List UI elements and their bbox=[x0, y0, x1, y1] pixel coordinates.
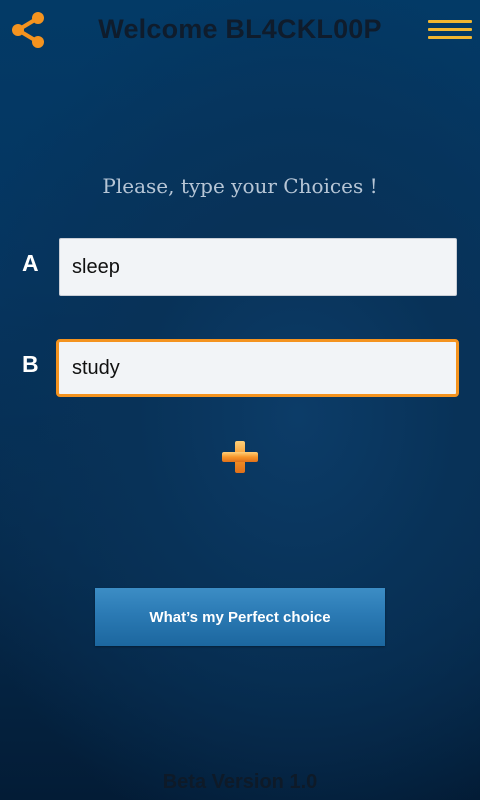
choice-b-label: B bbox=[22, 351, 39, 377]
choice-a-label: A bbox=[22, 250, 39, 276]
add-choice-button[interactable] bbox=[220, 439, 260, 475]
menu-button[interactable] bbox=[426, 16, 474, 44]
choice-a-input[interactable] bbox=[59, 238, 457, 296]
plus-icon bbox=[222, 441, 258, 473]
version-label: Beta Version 1.0 bbox=[162, 771, 318, 793]
page-title: Welcome BL4CKL00P bbox=[98, 14, 382, 44]
share-icon bbox=[12, 12, 44, 48]
choices-prompt: Please, type your Choices ! bbox=[102, 174, 378, 198]
choice-b-input[interactable] bbox=[56, 339, 459, 397]
share-button[interactable] bbox=[8, 10, 48, 50]
perfect-choice-button[interactable]: What’s my Perfect choice bbox=[95, 588, 385, 646]
